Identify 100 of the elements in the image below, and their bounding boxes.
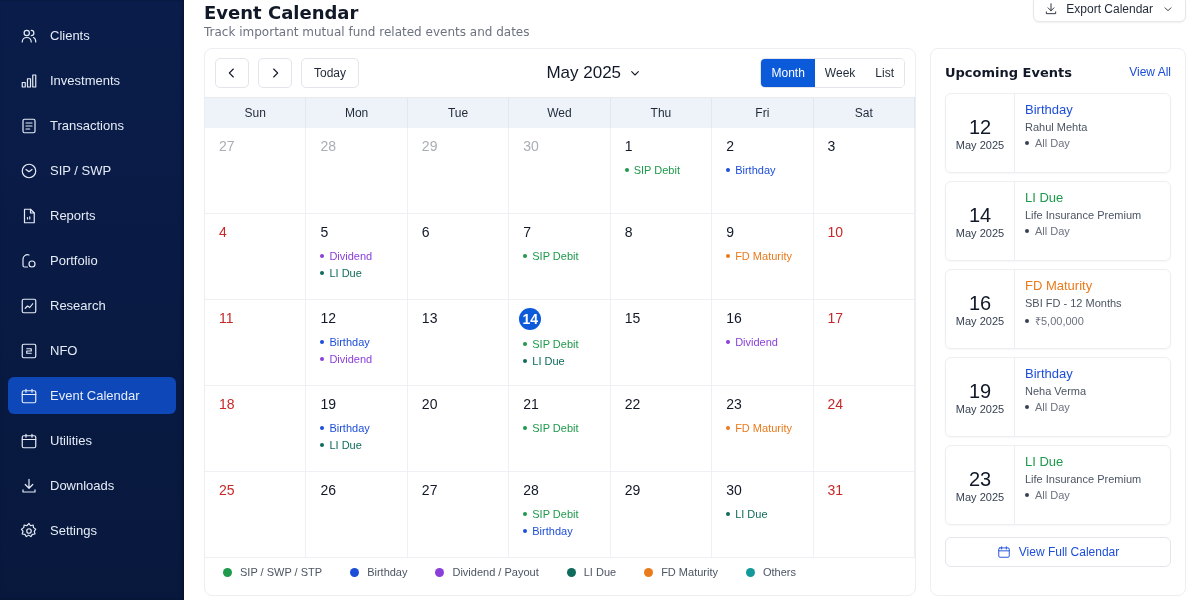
event-month: May 2025 (955, 314, 1005, 327)
date-number[interactable]: 24 (827, 394, 844, 414)
calendar-icon (996, 545, 1011, 559)
date-number[interactable]: 20 (421, 394, 438, 414)
date-number[interactable]: 19 (320, 394, 336, 414)
event-subtitle: Life Insurance Premium (1025, 209, 1142, 221)
view-tab[interactable]: Month (761, 59, 815, 87)
date-number[interactable]: 11 (219, 308, 234, 328)
date-number[interactable]: 9 (726, 222, 734, 242)
event-day: 12 (968, 115, 992, 139)
view-all-link[interactable]: View All (1129, 65, 1171, 79)
clock-icon (20, 161, 38, 180)
event-detail: All Day (1035, 225, 1070, 237)
date-number[interactable]: 30 (726, 480, 742, 500)
chart-icon (20, 296, 38, 315)
event-card[interactable]: 19 May 2025 Birthday Neha Verma All Day (945, 357, 1171, 437)
sidebar-item[interactable]: Reports (8, 197, 176, 234)
event-label[interactable]: SIP Debit (532, 422, 579, 434)
event-label[interactable]: Birthday (329, 422, 370, 434)
event-detail: All Day (1035, 137, 1070, 149)
date-number[interactable]: 29 (624, 480, 641, 500)
event-title: LI Due (1025, 190, 1065, 205)
event-card[interactable]: 14 May 2025 LI Due Life Insurance Premium All Day (945, 181, 1171, 261)
sidebar-item[interactable]: Downloads (8, 467, 176, 504)
month-selector[interactable]: May 2025 (540, 62, 650, 84)
weekday-header: Sat (813, 98, 915, 128)
date-number[interactable]: 5 (320, 222, 329, 242)
date-number[interactable]: 25 (219, 480, 235, 500)
sidebar-item[interactable]: Transactions (8, 107, 176, 144)
next-month-button[interactable] (258, 58, 292, 88)
event-label[interactable]: Birthday (532, 525, 573, 537)
previous-month-button[interactable] (215, 58, 249, 88)
date-number[interactable]: 27 (421, 480, 438, 500)
event-subtitle: SBI FD - 12 Months (1025, 297, 1122, 309)
legend-label: Dividend / Payout (452, 566, 539, 578)
date-number[interactable]: 23 (726, 394, 742, 414)
date-number[interactable]: 1 (624, 136, 633, 156)
event-label[interactable]: LI Due (329, 439, 362, 451)
event-month: May 2025 (955, 138, 1005, 151)
bullet-dot (1025, 493, 1029, 497)
date-number[interactable]: 21 (523, 394, 539, 414)
date-number[interactable]: 6 (421, 222, 430, 242)
event-detail: All Day (1035, 401, 1070, 413)
sidebar-item[interactable]: Portfolio (8, 242, 176, 279)
date-number[interactable]: 8 (624, 222, 633, 242)
sidebar-item[interactable]: SIP / SWP (8, 152, 176, 189)
sidebar-item[interactable]: Research (8, 287, 176, 324)
date-number[interactable]: 16 (726, 308, 742, 328)
date-number[interactable]: 26 (320, 480, 336, 500)
date-number[interactable]: 7 (523, 222, 532, 242)
export-calendar-button[interactable]: Export Calendar (1033, 0, 1186, 22)
date-number[interactable]: 22 (624, 394, 641, 414)
event-day: 14 (968, 203, 992, 227)
page-title: Event Calendar (204, 2, 360, 23)
event-label[interactable]: Dividend (735, 336, 778, 348)
event-label[interactable]: Dividend (329, 353, 373, 365)
sidebar-item[interactable]: Utilities (8, 422, 176, 459)
date-number[interactable]: 14 (519, 308, 542, 330)
date-number[interactable]: 13 (421, 308, 438, 328)
date-number[interactable]: 18 (219, 394, 235, 414)
sidebar-item[interactable]: Clients (8, 17, 176, 54)
sidebar-item[interactable]: Event Calendar (8, 377, 176, 414)
date-number[interactable]: 15 (624, 308, 641, 328)
view-full-calendar-button[interactable]: View Full Calendar (945, 537, 1171, 567)
event-label[interactable]: Birthday (329, 336, 370, 348)
event-label[interactable]: LI Due (329, 267, 362, 279)
event-label[interactable]: Birthday (735, 164, 776, 176)
event-label[interactable]: SIP Debit (633, 164, 680, 176)
event-label[interactable]: LI Due (532, 355, 565, 367)
today-button[interactable]: Today (301, 58, 360, 88)
sidebar-item[interactable]: Settings (8, 512, 176, 549)
event-label[interactable]: Dividend (329, 250, 373, 262)
event-label[interactable]: SIP Debit (532, 250, 579, 262)
date-number[interactable]: 12 (320, 308, 336, 328)
event-label[interactable]: SIP Debit (532, 508, 579, 520)
event-label[interactable]: SIP Debit (532, 338, 579, 350)
date-number[interactable]: 31 (827, 480, 844, 500)
square-icon (20, 341, 38, 360)
legend-label: LI Due (583, 566, 617, 578)
date-number[interactable]: 10 (827, 222, 844, 242)
sidebar-item[interactable]: NFO (8, 332, 176, 369)
sidebar-item[interactable]: Investments (8, 62, 176, 99)
date-number[interactable]: 3 (827, 136, 836, 156)
bar-chart-icon (20, 71, 38, 90)
event-card[interactable]: 12 May 2025 Birthday Rahul Mehta All Day (945, 93, 1171, 173)
weekday-header: Mon (306, 98, 408, 128)
date-number[interactable]: 4 (219, 222, 227, 242)
date-number[interactable]: 2 (726, 136, 734, 156)
bullet-dot (1025, 229, 1029, 233)
event-card[interactable]: 16 May 2025 FD Maturity SBI FD - 12 Months ₹5,00,000 (945, 269, 1171, 349)
event-subtitle: Rahul Mehta (1025, 121, 1088, 133)
date-number[interactable]: 17 (827, 308, 844, 328)
event-label[interactable]: LI Due (735, 508, 768, 520)
calendar-icon (20, 386, 38, 405)
date-number[interactable]: 28 (523, 480, 539, 500)
event-title: Birthday (1025, 102, 1074, 117)
event-day: 16 (968, 291, 992, 315)
weekday-header: Fri (712, 98, 814, 128)
weekday-header: Sun (205, 98, 307, 128)
event-card[interactable]: 23 May 2025 LI Due Life Insurance Premium All Day (945, 445, 1171, 525)
